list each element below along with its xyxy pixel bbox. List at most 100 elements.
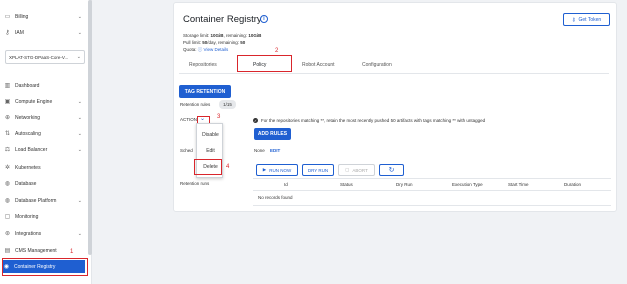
retention-rules-count: 1/15	[219, 100, 236, 109]
sidebar-item-label: Networking	[15, 114, 41, 121]
get-token-label: Get Token	[578, 16, 602, 23]
annotation-number-3: 3	[217, 114, 221, 120]
dry-run-button[interactable]: DRY RUN	[302, 164, 334, 176]
sidebar-item-label: Database	[15, 180, 37, 187]
key-icon: ⚷	[5, 30, 10, 36]
abort-label: ABORT	[352, 167, 368, 173]
table-header	[253, 178, 611, 191]
tab-divider	[179, 73, 609, 74]
sidebar-item-load-balancer[interactable]: ⚖ Load Balancer ⌄	[4, 143, 88, 156]
chevron-down-icon: ⌄	[77, 197, 82, 204]
column-start-time[interactable]: Start Time	[508, 178, 529, 191]
annotation-number-4: 4	[226, 164, 230, 170]
chevron-down-icon: ⌄	[77, 146, 82, 153]
database-icon: ◍	[4, 181, 11, 187]
cms-icon: ▤	[4, 248, 11, 254]
refresh-icon: ↻	[388, 167, 395, 174]
add-rules-button[interactable]: ADD RULES	[254, 128, 291, 140]
chip-icon: ▣	[4, 99, 11, 105]
run-now-button[interactable]: ▶ RUN NOW	[256, 164, 298, 176]
quota: Quota: ⓘ View Details	[183, 47, 229, 52]
schedule-value: None	[254, 148, 265, 153]
schedule-edit-link[interactable]: EDIT	[270, 148, 280, 153]
sidebar-item-dashboard[interactable]: ▥ Dashboard	[4, 79, 88, 92]
refresh-button[interactable]: ↻	[379, 164, 404, 176]
view-details-link[interactable]: View Details	[204, 47, 229, 52]
annotation-box-2	[237, 55, 292, 72]
empty-message: No records found	[258, 195, 293, 200]
chevron-down-icon: ⌄	[77, 230, 82, 237]
monitor-icon: ▢	[4, 214, 11, 220]
page-title: Container Registry	[183, 14, 262, 25]
info-icon[interactable]: i	[260, 15, 268, 23]
tab-robot-account[interactable]: Robot Account	[302, 62, 335, 68]
retention-runs-label: Retention runs	[180, 181, 210, 186]
sidebar-item-label: Dashboard	[15, 82, 40, 89]
sidebar-item-label: Billing	[15, 13, 29, 20]
key-icon: ⚷	[571, 16, 576, 23]
sidebar-item-networking[interactable]: ⊕ Networking ⌄	[4, 111, 88, 124]
sidebar-item-label: Database Platform	[15, 197, 57, 204]
sidebar: ▭ Billing ⌄ ⚷ IAM ⌄ XPLAT-STG-DPaaS-Core…	[0, 0, 92, 284]
sidebar-item-label: IAM	[15, 29, 24, 36]
rule-text: For the repositories matching **, retain…	[261, 118, 486, 123]
plug-icon: ⊛	[4, 231, 11, 237]
annotation-number-2: 2	[275, 48, 279, 54]
tab-repositories[interactable]: Repositories	[189, 62, 217, 68]
sidebar-item-label: Compute Engine	[15, 98, 53, 105]
chart-icon: ▥	[4, 83, 11, 89]
sidebar-item-iam[interactable]: ⚷ IAM ⌄	[4, 26, 88, 39]
scale-icon: ⇅	[4, 131, 11, 137]
chevron-down-icon: ⌄	[77, 114, 82, 121]
stop-icon: ▢	[345, 167, 350, 172]
helm-icon: ✲	[4, 165, 11, 171]
sidebar-scrollbar[interactable]	[88, 0, 92, 255]
network-icon: ⊕	[4, 115, 11, 121]
sidebar-item-billing[interactable]: ▭ Billing ⌄	[4, 10, 88, 23]
sidebar-item-cms-management[interactable]: ▤ CMS Management	[4, 244, 88, 257]
project-name: XPLAT-STG-DPaaS-Core-V...	[9, 54, 69, 60]
balance-icon: ⚖	[4, 147, 11, 153]
chevron-down-icon: ⌄	[77, 29, 82, 36]
sidebar-item-label: Load Balancer	[15, 146, 48, 153]
action-dropdown-icon[interactable]: ⌄	[200, 115, 205, 122]
menu-item-edit[interactable]: Edit	[197, 148, 224, 154]
sidebar-item-label: Monitoring	[15, 213, 39, 220]
chevron-down-icon: ⌄	[77, 130, 82, 137]
chevron-down-icon: ⌄	[77, 13, 82, 20]
sidebar-item-label: Kubernetes	[15, 164, 41, 171]
column-execution-type[interactable]: Execution Type	[452, 178, 483, 191]
sidebar-item-compute-engine[interactable]: ▣ Compute Engine ⌄	[4, 95, 88, 108]
sidebar-item-monitoring[interactable]: ▢ Monitoring	[4, 210, 88, 223]
tag-retention-button[interactable]: TAG RETENTION	[179, 85, 231, 98]
storage-limit: Storage limit: 10GiB, remaining: 10GiB	[183, 33, 262, 38]
column-duration[interactable]: Duration	[564, 178, 581, 191]
info-icon: ⓘ	[197, 47, 203, 52]
sidebar-item-database-platform[interactable]: ◍ Database Platform ⌄	[4, 194, 88, 207]
sidebar-item-kubernetes[interactable]: ✲ Kubernetes	[4, 161, 88, 174]
get-token-button[interactable]: ⚷ Get Token	[563, 13, 610, 26]
sidebar-item-label: Integrations	[15, 230, 42, 237]
database-platform-icon: ◍	[4, 198, 11, 204]
project-selector[interactable]: XPLAT-STG-DPaaS-Core-V... ⌄	[5, 50, 85, 64]
action-label: ACTION	[180, 117, 198, 122]
column-id[interactable]: Id	[284, 178, 288, 191]
tab-configuration[interactable]: Configuration	[362, 62, 392, 68]
column-dry-run[interactable]: Dry Run	[396, 178, 413, 191]
retention-rules-label: Retention rules	[180, 102, 211, 107]
check-icon: ✓	[253, 118, 258, 123]
sidebar-item-integrations[interactable]: ⊛ Integrations ⌄	[4, 227, 88, 240]
sidebar-item-database[interactable]: ◍ Database	[4, 177, 88, 190]
annotation-box-4	[194, 159, 222, 175]
abort-button[interactable]: ▢ ABORT	[338, 164, 375, 176]
schedule-label: Sched	[180, 148, 193, 153]
run-now-label: RUN NOW	[269, 167, 292, 173]
chevron-down-icon: ⌄	[76, 54, 81, 60]
annotation-box-1	[2, 258, 88, 276]
column-status[interactable]: Status	[340, 178, 353, 191]
pull-limit: Pull limit: 50/day, remaining: 50	[183, 40, 246, 45]
play-icon: ▶	[262, 167, 267, 172]
menu-item-disable[interactable]: Disable	[197, 132, 224, 138]
annotation-number-1: 1	[70, 249, 74, 255]
sidebar-item-autoscaling[interactable]: ⇅ Autoscaling ⌄	[4, 127, 88, 140]
